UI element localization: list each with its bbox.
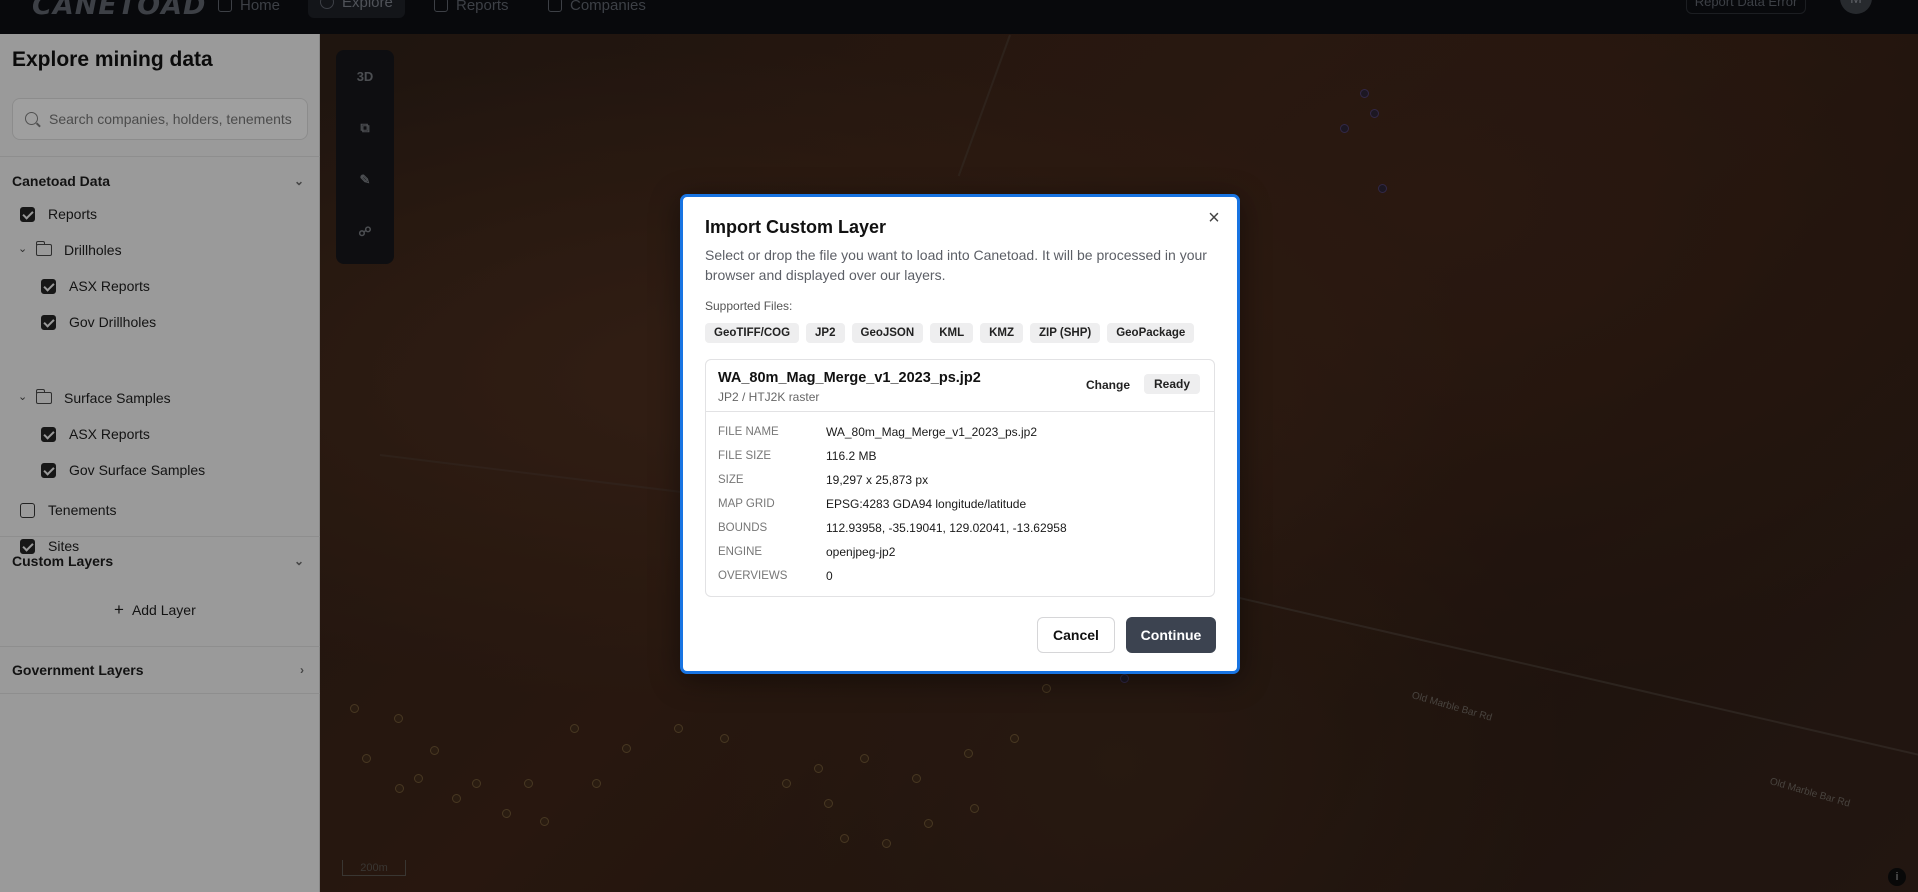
- detail-row: File Name WA_80m_Mag_Merge_v1_2023_ps.jp…: [718, 424, 1037, 440]
- continue-button[interactable]: Continue: [1126, 617, 1216, 653]
- detail-value: WA_80m_Mag_Merge_v1_2023_ps.jp2: [826, 425, 1038, 439]
- change-file-button[interactable]: Change: [1086, 378, 1130, 392]
- detail-label: Engine: [718, 546, 763, 558]
- format-chip: KMZ: [980, 323, 1024, 343]
- detail-value: 19,297 x 25,873 px: [826, 473, 929, 487]
- detail-label: Size: [718, 474, 744, 486]
- detail-row: Bounds 112.93958, -35.19041, 129.02041, …: [718, 520, 1067, 536]
- cancel-button[interactable]: Cancel: [1037, 617, 1115, 653]
- detail-row: Engine openjpeg-jp2: [718, 544, 895, 560]
- detail-label: File Name: [718, 426, 779, 438]
- detail-value: openjpeg-jp2: [826, 545, 896, 559]
- format-chip: ZIP (SHP): [1030, 323, 1101, 343]
- detail-value: 116.2 MB: [826, 449, 877, 463]
- file-card-header: WA_80m_Mag_Merge_v1_2023_ps.jp2 JP2 / HT…: [706, 360, 1214, 412]
- import-custom-layer-dialog: × Import Custom Layer Select or drop the…: [680, 194, 1240, 674]
- format-chip: GeoJSON: [851, 323, 924, 343]
- detail-row: Overviews 0: [718, 568, 833, 584]
- status-badge: Ready: [1144, 374, 1201, 394]
- dialog-description: Select or drop the file you want to load…: [705, 247, 1207, 283]
- detail-row: Size 19,297 x 25,873 px: [718, 472, 928, 488]
- detail-value: 112.93958, -35.19041, 129.02041, -13.629…: [826, 521, 1067, 535]
- detail-label: Bounds: [718, 522, 768, 534]
- close-icon[interactable]: ×: [1205, 208, 1223, 228]
- detail-label: Map Grid: [718, 498, 775, 510]
- file-type: JP2 / HTJ2K raster: [718, 390, 820, 404]
- format-chip: GeoPackage: [1107, 323, 1195, 343]
- file-card: WA_80m_Mag_Merge_v1_2023_ps.jp2 JP2 / HT…: [705, 359, 1215, 597]
- supported-files-label: Supported Files:: [705, 299, 793, 313]
- detail-label: Overviews: [718, 570, 788, 582]
- detail-value: EPSG:4283 GDA94 longitude/latitude: [826, 497, 1027, 511]
- detail-row: Map Grid EPSG:4283 GDA94 longitude/latit…: [718, 496, 1026, 512]
- format-chip: JP2: [806, 323, 845, 343]
- detail-value: 0: [826, 569, 833, 583]
- format-chips: GeoTIFF/COG JP2 GeoJSON KML KMZ ZIP (SHP…: [705, 323, 1195, 343]
- detail-row: File Size 116.2 MB: [718, 448, 876, 464]
- dialog-title: Import Custom Layer: [705, 217, 887, 237]
- file-name: WA_80m_Mag_Merge_v1_2023_ps.jp2: [718, 370, 981, 386]
- format-chip: GeoTIFF/COG: [705, 323, 800, 343]
- detail-label: File Size: [718, 450, 772, 462]
- format-chip: KML: [930, 323, 974, 343]
